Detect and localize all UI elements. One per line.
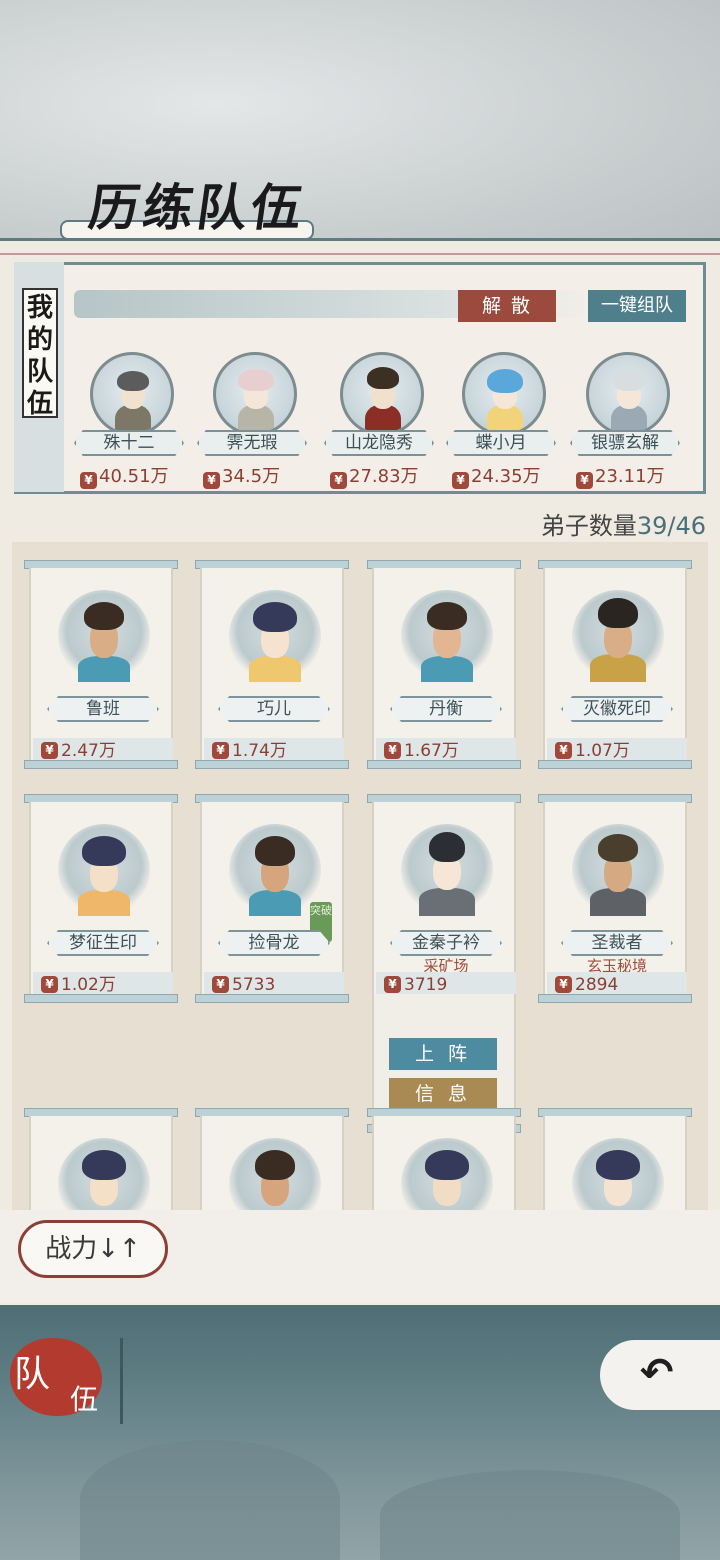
disciple-name: 圣裁者 xyxy=(561,930,673,956)
member-portrait xyxy=(90,352,174,436)
disciple-name: 梦征生印 xyxy=(47,930,159,956)
disciple-name: 巧儿 xyxy=(218,696,330,722)
disciple-portrait xyxy=(572,1138,664,1210)
member-portrait xyxy=(213,352,297,436)
deploy-button[interactable]: 上 阵 xyxy=(389,1038,497,1070)
disciple-portrait xyxy=(572,824,664,916)
disciple-name: 鲁班 xyxy=(47,696,159,722)
team-member[interactable]: 霁无瑕 ¥34.5万 xyxy=(197,352,315,492)
power-icon: ¥ xyxy=(555,976,572,993)
info-button[interactable]: 信 息 xyxy=(389,1078,497,1110)
disciple-portrait xyxy=(401,1138,493,1210)
disciple-count-label: 弟子数量 xyxy=(540,512,637,540)
disciple-portrait xyxy=(58,590,150,682)
power-icon: ¥ xyxy=(452,472,469,489)
power-icon: ¥ xyxy=(576,472,593,489)
disciple-grid[interactable]: 鲁班 ¥2.47万 巧儿 ¥1.74万 丹衡 ¥1.67万 灭徽死印 ¥ 1.0… xyxy=(12,542,708,1210)
member-power-value: 24.35万 xyxy=(471,466,541,487)
nav-divider xyxy=(120,1338,123,1424)
page-title: 历练队伍 xyxy=(85,178,310,237)
member-portrait xyxy=(340,352,424,436)
disciple-power-value: 5733 xyxy=(232,975,276,995)
member-power-value: 23.11万 xyxy=(595,466,665,487)
team-member[interactable]: 山龙隐秀 ¥27.83万 xyxy=(324,352,442,492)
disciple-portrait xyxy=(229,590,321,682)
member-power-value: 40.51万 xyxy=(99,466,169,487)
power-icon: ¥ xyxy=(555,742,572,759)
team-member[interactable]: 银骠玄解 ¥23.11万 xyxy=(570,352,688,492)
member-name: 殊十二 xyxy=(74,430,184,456)
member-power-value: 27.83万 xyxy=(349,466,419,487)
member-power: ¥34.5万 xyxy=(203,462,313,489)
mountain-decoration xyxy=(380,1470,680,1560)
team-member[interactable]: 殊十二 ¥40.51万 xyxy=(74,352,192,492)
sort-by-power-button[interactable]: 战力↓↑ xyxy=(18,1220,168,1278)
member-portrait xyxy=(586,352,670,436)
label-char: 的 xyxy=(26,325,53,355)
power-icon: ¥ xyxy=(203,472,220,489)
disciple-portrait xyxy=(401,824,493,916)
disciple-power-value: 1.74万 xyxy=(232,741,287,761)
team-tab-char: 伍 xyxy=(70,1383,99,1416)
my-team-label: 我 的 队 伍 xyxy=(22,288,58,419)
disciple-name: 丹衡 xyxy=(390,696,502,722)
power-icon: ¥ xyxy=(80,472,97,489)
power-icon: ¥ xyxy=(212,976,229,993)
team-tab-char: 队 xyxy=(14,1354,51,1395)
power-icon: ¥ xyxy=(41,742,58,759)
member-power: ¥40.51万 xyxy=(80,462,190,489)
disciple-portrait xyxy=(58,824,150,916)
disciple-portrait xyxy=(229,1138,321,1210)
member-power: ¥27.83万 xyxy=(330,462,440,489)
disciple-power-value: 1.02万 xyxy=(61,975,116,995)
bottom-nav xyxy=(0,1305,720,1560)
member-name: 银骠玄解 xyxy=(570,430,680,456)
label-char: 伍 xyxy=(26,389,53,419)
disciple-portrait xyxy=(58,1138,150,1210)
panel-divider xyxy=(0,253,720,255)
power-icon: ¥ xyxy=(212,742,229,759)
disciple-power-value: 1.67万 xyxy=(404,741,459,761)
power-icon: ¥ xyxy=(384,976,401,993)
disband-button[interactable]: 解 散 xyxy=(458,290,556,322)
member-power-value: 34.5万 xyxy=(222,466,281,487)
disciple-power-value: 3719 xyxy=(404,975,448,995)
back-arrow-icon[interactable]: ↶ xyxy=(640,1350,674,1396)
disciple-count-value: 39/46 xyxy=(636,512,706,540)
disciple-power-value: 2.47万 xyxy=(61,741,116,761)
disciple-power-value: 2894 xyxy=(575,975,619,995)
disciple-name: 灭徽死印 xyxy=(561,696,673,722)
disciple-portrait xyxy=(401,590,493,682)
disciple-portrait xyxy=(229,824,321,916)
member-name: 山龙隐秀 xyxy=(324,430,434,456)
member-power: ¥24.35万 xyxy=(452,462,562,489)
power-icon: ¥ xyxy=(330,472,347,489)
mountain-decoration xyxy=(80,1440,340,1560)
member-power: ¥23.11万 xyxy=(576,462,686,489)
disciple-name: 捡骨龙 xyxy=(218,930,330,956)
member-name: 蝶小月 xyxy=(446,430,556,456)
power-icon: ¥ xyxy=(41,976,58,993)
member-portrait xyxy=(462,352,546,436)
disciple-portrait xyxy=(572,590,664,682)
team-member[interactable]: 蝶小月 ¥24.35万 xyxy=(446,352,564,492)
member-name: 霁无瑕 xyxy=(197,430,307,456)
disciple-power-value: 1.07万 xyxy=(575,741,630,761)
label-char: 我 xyxy=(26,293,53,323)
label-char: 队 xyxy=(26,357,53,387)
auto-form-team-button[interactable]: 一键组队 xyxy=(588,290,686,322)
disciple-name: 金秦子衿 xyxy=(390,930,502,956)
disciple-count: 弟子数量39/46 xyxy=(541,506,706,541)
power-icon: ¥ xyxy=(384,742,401,759)
